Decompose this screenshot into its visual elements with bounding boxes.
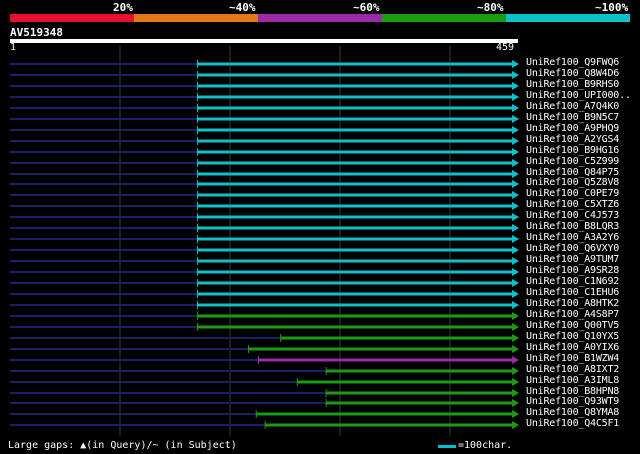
hit-label[interactable]: UniRef100_A8HTK2 (526, 298, 619, 309)
hit-arrow-icon (512, 60, 519, 68)
hit-arrow-icon (512, 180, 519, 188)
hit-arrow-icon (512, 191, 519, 199)
hit-arrow-icon (512, 104, 519, 112)
hit-label[interactable]: UniRef100_B9N5C7 (526, 112, 619, 123)
hit-arrow-icon (512, 367, 519, 375)
hit-label[interactable]: UniRef100_Q5Z8V8 (526, 177, 619, 188)
hit-label[interactable]: UniRef100_C1EHU6 (526, 287, 619, 298)
hit-arrow-icon (512, 170, 519, 178)
hit-arrow-icon (512, 421, 519, 429)
hit-arrow-icon (512, 93, 519, 101)
hit-label[interactable]: UniRef100_A3A2Y6 (526, 232, 619, 243)
hit-label[interactable]: UniRef100_C4J573 (526, 210, 619, 221)
hit-arrow-icon (512, 71, 519, 79)
hit-arrow-icon (512, 334, 519, 342)
hit-label[interactable]: UniRef100_A8IXT2 (526, 364, 619, 375)
hit-label[interactable]: UniRef100_A0YIX6 (526, 342, 619, 353)
hit-arrow-icon (512, 159, 519, 167)
hit-label[interactable]: UniRef100_Q8YMA8 (526, 407, 619, 418)
hit-label[interactable]: UniRef100_B9HG16 (526, 145, 619, 156)
hit-arrow-icon (512, 356, 519, 364)
hit-label[interactable]: UniRef100_Q00TV5 (526, 320, 619, 331)
hit-arrow-icon (512, 224, 519, 232)
hit-arrow-icon (512, 213, 519, 221)
hit-label[interactable]: UniRef100_B8LQR3 (526, 221, 619, 232)
hit-label[interactable]: UniRef100_B1WZW4 (526, 353, 619, 364)
scale-legend-text: =100char. (458, 440, 513, 451)
hit-label[interactable]: UniRef100_A3IML8 (526, 375, 619, 386)
hit-label[interactable]: UniRef100_Q9FWQ6 (526, 57, 619, 68)
hit-label[interactable]: UniRef100_A7Q4K0 (526, 101, 619, 112)
hit-arrow-icon (512, 345, 519, 353)
hit-list: UniRef100_Q9FWQ6 UniRef100_Q8W4D6 UniRef10… (0, 0, 640, 454)
hit-arrow-icon (512, 257, 519, 265)
hit-label[interactable]: UniRef100_C1N692 (526, 276, 619, 287)
hit-arrow-icon (512, 148, 519, 156)
hit-label[interactable]: UniRef100_A4S8P7 (526, 309, 619, 320)
hit-label[interactable]: UniRef100_B9RHS0 (526, 79, 619, 90)
large-gaps-legend: Large gaps: ▲(in Query)/~ (in Subject) (8, 440, 237, 451)
hit-label[interactable]: UniRef100_Q93WT9 (526, 396, 619, 407)
hit-label[interactable]: UniRef100_Q4C5F1 (526, 418, 619, 429)
hit-arrow-icon (512, 290, 519, 298)
hit-label[interactable]: UniRef100_A9TUM7 (526, 254, 619, 265)
hit-arrow-icon (512, 235, 519, 243)
hit-arrow-icon (512, 279, 519, 287)
hit-label[interactable]: UniRef100_Q6VXY0 (526, 243, 619, 254)
hit-arrow-icon (512, 410, 519, 418)
hit-arrow-icon (512, 399, 519, 407)
hit-arrow-icon (512, 126, 519, 134)
hit-label[interactable]: UniRef100_C0PE79 (526, 188, 619, 199)
hit-label[interactable]: UniRef100_Q10YX5 (526, 331, 619, 342)
hit-label[interactable]: UniRef100_A9SR28 (526, 265, 619, 276)
hit-label[interactable]: UniRef100_A9PHQ9 (526, 123, 619, 134)
hit-label[interactable]: UniRef100_C5Z999 (526, 156, 619, 167)
hit-arrow-icon (512, 246, 519, 254)
scale-legend-swatch (438, 445, 456, 448)
hit-arrow-icon (512, 137, 519, 145)
hit-arrow-icon (512, 389, 519, 397)
hit-arrow-icon (512, 115, 519, 123)
hit-arrow-icon (512, 323, 519, 331)
hit-arrow-icon (512, 268, 519, 276)
hit-arrow-icon (512, 301, 519, 309)
hit-label[interactable]: UniRef100_UPI000.. (526, 90, 631, 101)
hit-arrow-icon (512, 202, 519, 210)
hit-arrow-icon (512, 312, 519, 320)
hit-arrow-icon (512, 82, 519, 90)
hit-label[interactable]: UniRef100_A2YGS4 (526, 134, 619, 145)
hit-arrow-icon (512, 378, 519, 386)
hit-label[interactable]: UniRef100_C5XTZ6 (526, 199, 619, 210)
hit-label[interactable]: UniRef100_Q8W4D6 (526, 68, 619, 79)
